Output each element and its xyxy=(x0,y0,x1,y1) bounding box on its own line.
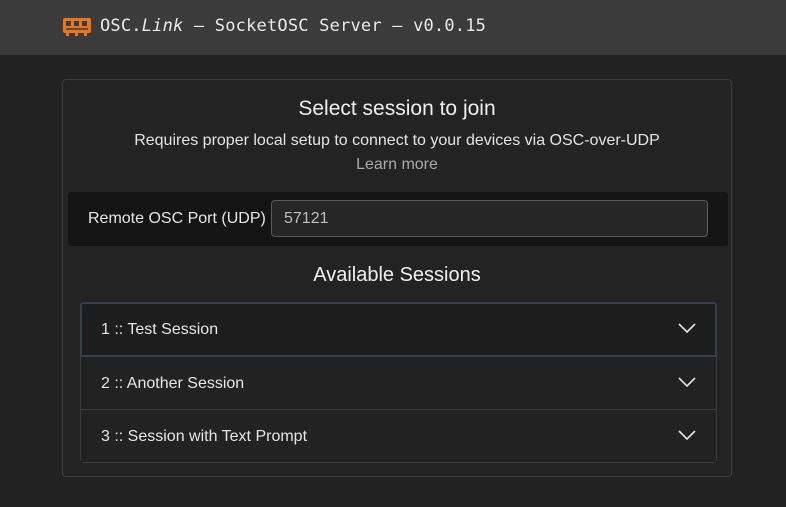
app-title-prefix: OSC. xyxy=(100,16,142,36)
app-title-italic: Link xyxy=(141,16,184,36)
session-card: Select session to join Requires proper l… xyxy=(62,79,732,477)
session-label: 2 :: Another Session xyxy=(101,375,245,392)
chevron-down-icon xyxy=(678,377,696,388)
requirements-text: Requires proper local setup to connect t… xyxy=(134,132,660,149)
session-item-3[interactable]: 3 :: Session with Text Prompt xyxy=(81,409,716,462)
session-label: 3 :: Session with Text Prompt xyxy=(101,428,308,445)
remote-port-input[interactable] xyxy=(271,200,708,237)
session-item-1[interactable]: 1 :: Test Session xyxy=(81,303,716,356)
remote-port-label: Remote OSC Port (UDP) xyxy=(88,210,266,227)
remote-port-row: Remote OSC Port (UDP) xyxy=(68,192,728,246)
session-label: 1 :: Test Session xyxy=(101,321,219,338)
session-item-2[interactable]: 2 :: Another Session xyxy=(81,356,716,409)
page-title: Select session to join xyxy=(298,97,496,120)
available-sessions-heading: Available Sessions xyxy=(313,264,481,286)
chevron-down-icon xyxy=(678,323,696,334)
session-list: 1 :: Test Session 2 :: Another Session 3… xyxy=(80,302,717,463)
osc-link-logo-icon xyxy=(63,18,91,36)
top-bar: OSC.Link – SocketOSC Server – v0.0.15 xyxy=(0,0,786,55)
chevron-down-icon xyxy=(678,430,696,441)
learn-more-link[interactable]: Learn more xyxy=(63,156,731,174)
app-title-suffix: – SocketOSC Server – v0.0.15 xyxy=(183,16,487,36)
app-title: OSC.Link – SocketOSC Server – v0.0.15 xyxy=(100,16,486,36)
